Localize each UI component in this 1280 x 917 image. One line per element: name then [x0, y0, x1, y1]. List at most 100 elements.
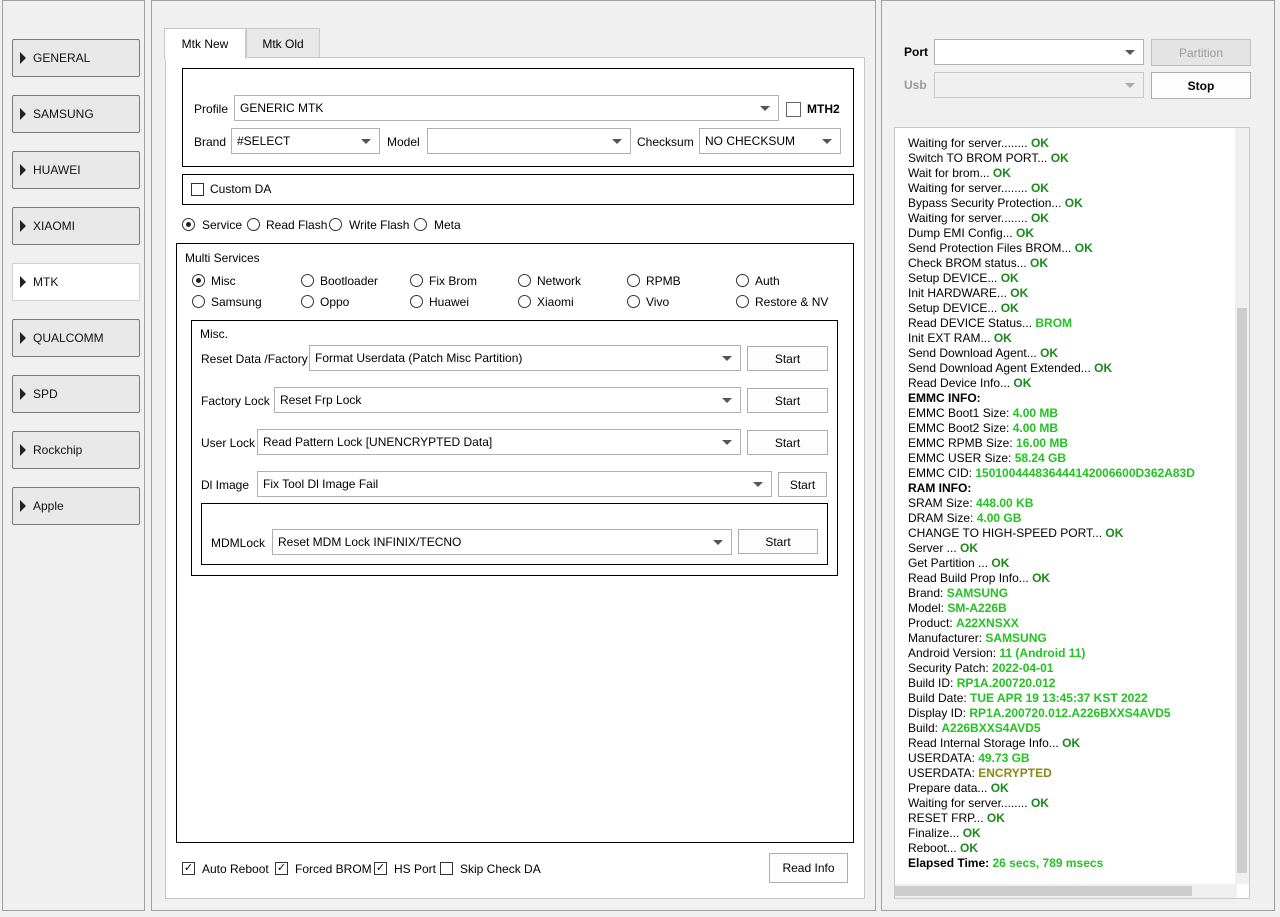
- mdm-lock-start-button[interactable]: Start: [738, 529, 818, 554]
- service-label: Service: [202, 218, 243, 232]
- custom-da-label: Custom DA: [210, 182, 272, 196]
- dl-image-label: Dl Image: [201, 478, 250, 492]
- log-line: Waiting for server........ OK: [908, 796, 1049, 810]
- chevron-down-icon: [722, 398, 732, 403]
- oppo-radio[interactable]: [301, 295, 314, 308]
- model-select[interactable]: [427, 128, 631, 154]
- sidebar-item-samsung[interactable]: SAMSUNG: [12, 95, 140, 133]
- log-line: DRAM Size: 4.00 GB: [908, 511, 1021, 525]
- sidebar-item-general[interactable]: GENERAL: [12, 39, 140, 77]
- sidebar-item-rockchip[interactable]: Rockchip: [12, 431, 140, 469]
- log-status: OK: [991, 556, 1010, 570]
- dl-image-start-button[interactable]: Start: [778, 472, 827, 497]
- dl-image-select[interactable]: Fix Tool Dl Image Fail: [257, 471, 772, 497]
- tab-mtk-old[interactable]: Mtk Old: [246, 28, 320, 58]
- restore-nv-radio[interactable]: [736, 295, 749, 308]
- log-status: BROM: [1035, 316, 1073, 330]
- log-line: EMMC Boot2 Size: 4.00 MB: [908, 421, 1058, 435]
- bootloader-radio[interactable]: [301, 274, 314, 287]
- meta-radio[interactable]: [414, 218, 427, 231]
- user-lock-select[interactable]: Read Pattern Lock [UNENCRYPTED Data]: [257, 429, 741, 455]
- log-status: RP1A.200720.012.A226BXXS4AVD5: [969, 706, 1171, 720]
- sidebar-item-apple[interactable]: Apple: [12, 487, 140, 525]
- stop-button[interactable]: Stop: [1151, 72, 1251, 99]
- log-line: Init EXT RAM... OK: [908, 331, 1012, 345]
- scrollbar-thumb[interactable]: [895, 886, 1192, 896]
- reset-data-start-button[interactable]: Start: [747, 346, 828, 371]
- reset-data-value: Format Userdata (Patch Misc Partition): [315, 351, 523, 365]
- log-text: Waiting for server........: [908, 211, 1031, 225]
- log-status: 4.00 GB: [976, 511, 1022, 525]
- mdm-lock-select[interactable]: Reset MDM Lock INFINIX/TECNO: [272, 529, 732, 555]
- factory-lock-start-button[interactable]: Start: [747, 388, 828, 413]
- log-line: Send Protection Files BROM... OK: [908, 241, 1093, 255]
- samsung-radio[interactable]: [192, 295, 205, 308]
- log-line: Finalize... OK: [908, 826, 981, 840]
- xiaomi-radio[interactable]: [518, 295, 531, 308]
- checksum-select[interactable]: NO CHECKSUM: [699, 128, 841, 154]
- vivo-radio[interactable]: [627, 295, 640, 308]
- mdm-group: MDMLock Reset MDM Lock INFINIX/TECNO Sta…: [201, 503, 828, 565]
- log-line: Reboot... OK: [908, 841, 978, 855]
- log-status: OK: [1050, 151, 1069, 165]
- auth-radio[interactable]: [736, 274, 749, 287]
- log-text: EMMC Boot1 Size:: [908, 406, 1013, 420]
- user-lock-start-button[interactable]: Start: [747, 430, 828, 455]
- usb-select[interactable]: [934, 72, 1144, 98]
- partition-button[interactable]: Partition: [1151, 39, 1251, 66]
- checksum-label: Checksum: [637, 135, 694, 149]
- chevron-down-icon: [822, 139, 832, 144]
- log-status: OK: [1062, 736, 1081, 750]
- misc-radio[interactable]: [192, 274, 205, 287]
- port-select[interactable]: [934, 39, 1144, 65]
- log-text: Display ID:: [908, 706, 970, 720]
- log-text: CHANGE TO HIGH-SPEED PORT...: [908, 526, 1106, 540]
- service-radio[interactable]: [182, 218, 195, 231]
- rpmb-radio[interactable]: [627, 274, 640, 287]
- scrollbar-thumb[interactable]: [1237, 308, 1247, 873]
- log-text: Read Device Info...: [908, 376, 1014, 390]
- log-text: Finalize...: [908, 826, 963, 840]
- sidebar-item-label: QUALCOMM: [33, 331, 104, 345]
- vertical-scrollbar[interactable]: [1235, 128, 1249, 884]
- mth2-checkbox[interactable]: [786, 102, 801, 117]
- forced-brom-checkbox[interactable]: ✓: [275, 862, 288, 875]
- factory-lock-select[interactable]: Reset Frp Lock: [274, 387, 741, 413]
- chevron-down-icon: [1125, 83, 1135, 88]
- hs-port-checkbox[interactable]: ✓: [374, 862, 387, 875]
- log-text: Init HARDWARE...: [908, 286, 1011, 300]
- left-sidebar: GENERAL SAMSUNG HUAWEI XIAOMI MTK QUALCO…: [2, 0, 145, 911]
- log-line: Product: A22XNSXX: [908, 616, 1019, 630]
- custom-da-checkbox[interactable]: [191, 183, 204, 196]
- network-radio[interactable]: [518, 274, 531, 287]
- write-flash-radio[interactable]: [329, 218, 342, 231]
- log-status: OK: [986, 811, 1005, 825]
- sidebar-item-xiaomi[interactable]: XIAOMI: [12, 207, 140, 245]
- log-text: Setup DEVICE...: [908, 271, 1001, 285]
- sidebar-item-mtk[interactable]: MTK: [12, 263, 140, 301]
- profile-select[interactable]: GENERIC MTK: [234, 95, 779, 121]
- log-status: OK: [1105, 526, 1124, 540]
- mth2-label: MTH2: [807, 102, 840, 116]
- horizontal-scrollbar[interactable]: [895, 884, 1237, 898]
- sidebar-item-qualcomm[interactable]: QUALCOMM: [12, 319, 140, 357]
- auto-reboot-checkbox[interactable]: ✓: [182, 862, 195, 875]
- skip-check-da-checkbox[interactable]: [440, 862, 453, 875]
- fix-brom-radio[interactable]: [410, 274, 423, 287]
- tab-mtk-new[interactable]: Mtk New: [164, 28, 246, 59]
- log-line: EMMC RPMB Size: 16.00 MB: [908, 436, 1068, 450]
- read-info-button[interactable]: Read Info: [769, 853, 848, 883]
- brand-select[interactable]: #SELECT: [231, 128, 380, 154]
- sidebar-item-spd[interactable]: SPD: [12, 375, 140, 413]
- misc-label: Misc: [211, 274, 236, 288]
- log-text: RESET FRP...: [908, 811, 987, 825]
- log-line: RESET FRP... OK: [908, 811, 1005, 825]
- log-status: OK: [1064, 196, 1083, 210]
- read-flash-radio[interactable]: [247, 218, 260, 231]
- sidebar-item-huawei[interactable]: HUAWEI: [12, 151, 140, 189]
- huawei-radio[interactable]: [410, 295, 423, 308]
- restore-nv-label: Restore & NV: [755, 295, 829, 309]
- reset-data-select[interactable]: Format Userdata (Patch Misc Partition): [309, 345, 741, 371]
- log-output[interactable]: Waiting for server........ OK Switch TO B…: [894, 127, 1250, 899]
- log-line: Check BROM status... OK: [908, 256, 1048, 270]
